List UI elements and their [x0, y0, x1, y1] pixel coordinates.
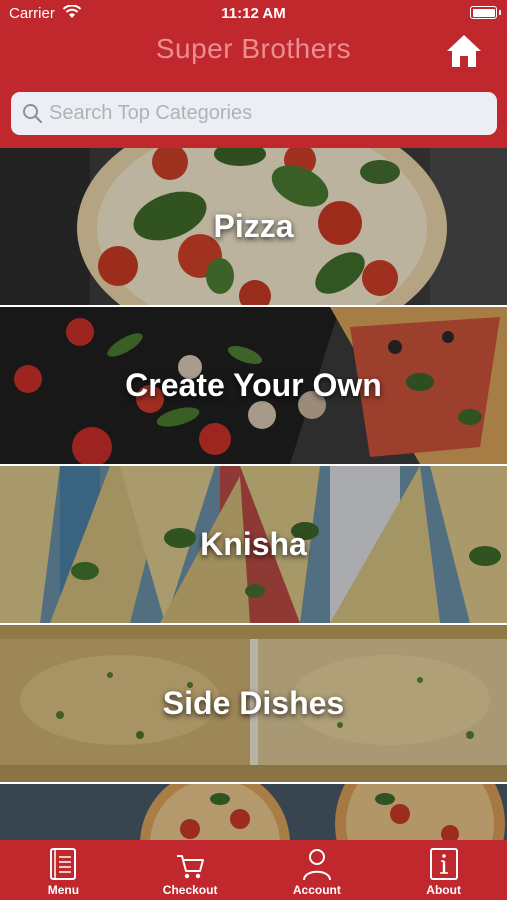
info-icon: [429, 848, 458, 880]
status-bar: Carrier 11:12 AM: [0, 0, 507, 28]
tab-label: Account: [292, 883, 341, 897]
search-bar[interactable]: [11, 92, 497, 135]
category-label: Knisha: [200, 526, 307, 562]
cart-icon: [177, 855, 205, 879]
tab-about[interactable]: About: [380, 840, 507, 900]
bottom-tab-bar: Menu Checkout Account About: [0, 840, 507, 900]
home-button[interactable]: [445, 33, 483, 69]
menu-book-icon: [50, 848, 77, 880]
category-label: Pizza: [213, 208, 294, 244]
category-label: [0, 784, 507, 840]
category-label: Create Your Own: [125, 367, 382, 403]
category-create-your-own[interactable]: Create Your Own: [0, 307, 507, 464]
tab-account[interactable]: Account: [254, 840, 381, 900]
category-side-dishes[interactable]: Side Dishes: [0, 625, 507, 782]
tab-label: About: [426, 883, 461, 897]
category-label: Side Dishes: [162, 685, 345, 721]
app-title: Super Brothers: [155, 33, 352, 64]
app-header: Carrier 11:12 AM Super Brothers: [0, 0, 507, 148]
battery-icon: [470, 6, 501, 19]
person-icon: [302, 849, 331, 881]
tab-menu[interactable]: Menu: [0, 840, 127, 900]
tab-label: Menu: [47, 883, 80, 897]
category-list: Pizza Create Your Own Knisha Side Dishes: [0, 148, 507, 840]
category-knisha[interactable]: Knisha: [0, 466, 507, 623]
tab-checkout[interactable]: Checkout: [127, 840, 254, 900]
search-icon: [23, 104, 43, 124]
category-more[interactable]: [0, 784, 507, 840]
search-input[interactable]: [49, 92, 489, 135]
status-time: 11:12 AM: [221, 5, 286, 22]
home-icon: [447, 35, 481, 67]
tab-label: Checkout: [162, 883, 218, 897]
category-pizza[interactable]: Pizza: [0, 148, 507, 305]
